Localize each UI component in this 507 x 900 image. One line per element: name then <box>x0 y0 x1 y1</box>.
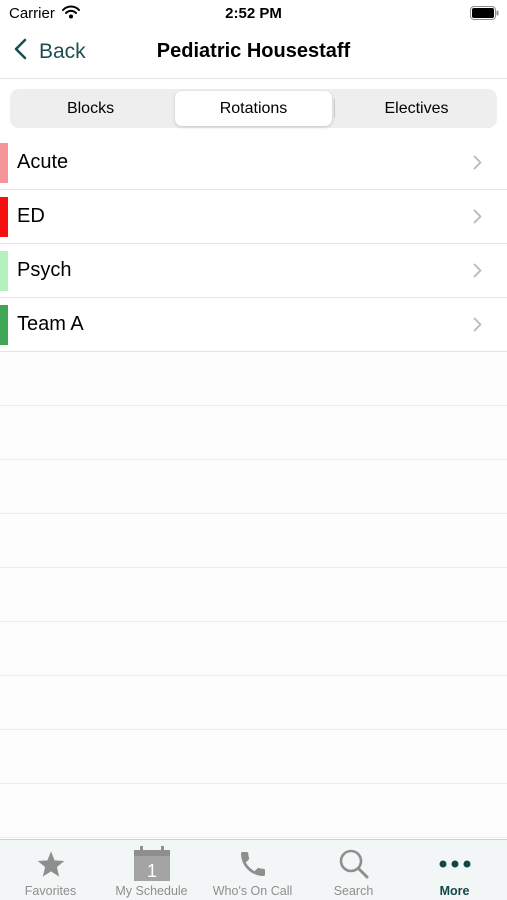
status-bar: Carrier 2:52 PM <box>0 0 507 28</box>
segment-electives[interactable]: Electives <box>338 91 495 126</box>
tab-label: Who's On Call <box>212 884 293 898</box>
rotations-list: Acute ED Psych Team A <box>0 136 507 838</box>
phone-icon <box>202 847 303 881</box>
status-time: 2:52 PM <box>225 5 282 22</box>
empty-row <box>0 352 507 406</box>
empty-row <box>0 676 507 730</box>
empty-row <box>0 784 507 838</box>
tab-bar: Favorites 1 My Schedule Who's On Call Se… <box>0 839 507 900</box>
segment-blocks[interactable]: Blocks <box>12 91 169 126</box>
empty-row <box>0 460 507 514</box>
tab-whos-on-call[interactable]: Who's On Call <box>202 840 303 900</box>
list-item-team-a[interactable]: Team A <box>0 298 507 352</box>
star-icon <box>0 847 101 881</box>
page-title: Pediatric Housestaff <box>156 40 351 62</box>
rotation-color-bar <box>0 197 8 237</box>
tab-label: Favorites <box>24 884 77 898</box>
segmented-control: Blocks Rotations Electives <box>10 89 497 128</box>
tab-my-schedule[interactable]: 1 My Schedule <box>101 840 202 900</box>
empty-row <box>0 730 507 784</box>
empty-row <box>0 622 507 676</box>
rotation-label: Acute <box>17 151 69 173</box>
tab-label: Search <box>333 884 374 898</box>
empty-row <box>0 406 507 460</box>
list-item-ed[interactable]: ED <box>0 190 507 244</box>
rotation-label: ED <box>17 205 45 227</box>
chevron-right-icon <box>473 317 482 337</box>
more-icon <box>404 847 505 881</box>
chevron-right-icon <box>473 263 482 283</box>
tab-search[interactable]: Search <box>303 840 404 900</box>
navigation-bar: Back Pediatric Housestaff <box>0 28 507 79</box>
calendar-icon: 1 <box>101 846 202 881</box>
empty-row <box>0 514 507 568</box>
rotation-color-bar <box>0 305 8 345</box>
tab-label: More <box>439 884 470 898</box>
segment-rotations[interactable]: Rotations <box>175 91 332 126</box>
rotation-color-bar <box>0 143 8 183</box>
segment-divider <box>334 99 335 118</box>
list-item-psych[interactable]: Psych <box>0 244 507 298</box>
rotation-label: Team A <box>17 313 84 335</box>
tab-more[interactable]: More <box>404 840 505 900</box>
empty-row <box>0 568 507 622</box>
list-item-acute[interactable]: Acute <box>0 136 507 190</box>
rotation-label: Psych <box>17 259 72 281</box>
rotation-color-bar <box>0 251 8 291</box>
search-icon <box>303 847 404 881</box>
calendar-day-number: 1 <box>146 861 156 881</box>
battery-icon <box>470 6 499 25</box>
tab-label: My Schedule <box>115 884 188 898</box>
chevron-right-icon <box>473 155 482 175</box>
chevron-right-icon <box>473 209 482 229</box>
tab-favorites[interactable]: Favorites <box>0 840 101 900</box>
